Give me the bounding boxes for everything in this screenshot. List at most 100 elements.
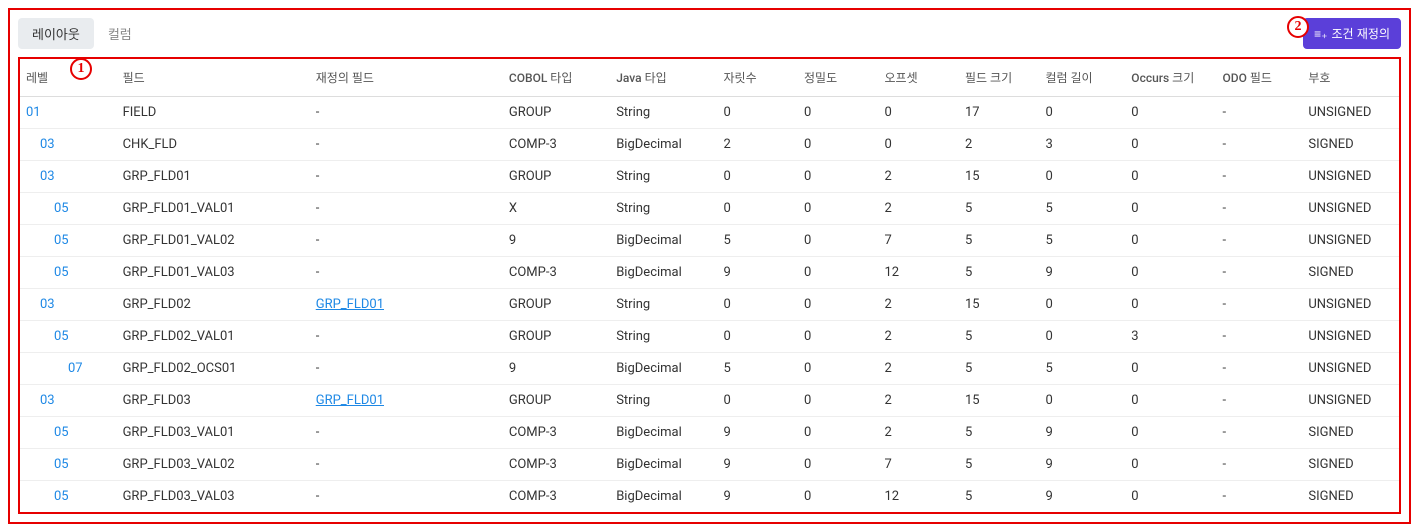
- cell-clen: 0: [1039, 289, 1125, 321]
- table-row[interactable]: 03GRP_FLD02GRP_FLD01GROUPString0021500-U…: [20, 289, 1399, 321]
- cell-odo: -: [1217, 225, 1303, 257]
- cell-redef: -: [310, 225, 503, 257]
- cell-redef[interactable]: GRP_FLD01: [310, 289, 503, 321]
- th-fsize[interactable]: 필드 크기: [959, 59, 1039, 97]
- cell-level[interactable]: 05: [20, 193, 117, 225]
- cell-java: String: [610, 289, 717, 321]
- table-row[interactable]: 01FIELD-GROUPString0001700-UNSIGNED: [20, 97, 1399, 129]
- cell-clen: 5: [1039, 193, 1125, 225]
- cell-field: GRP_FLD01_VAL02: [117, 225, 310, 257]
- cell-level[interactable]: 03: [20, 289, 117, 321]
- cell-field: GRP_FLD03: [117, 385, 310, 417]
- table-row[interactable]: 03GRP_FLD01-GROUPString0021500-UNSIGNED: [20, 161, 1399, 193]
- cell-redef: -: [310, 417, 503, 449]
- th-redef[interactable]: 재정의 필드: [310, 59, 503, 97]
- cell-level[interactable]: 03: [20, 385, 117, 417]
- table-row[interactable]: 05GRP_FLD02_VAL01-GROUPString002503-UNSI…: [20, 321, 1399, 353]
- cell-field: GRP_FLD02_VAL01: [117, 321, 310, 353]
- cell-clen: 0: [1039, 321, 1125, 353]
- cell-java: String: [610, 385, 717, 417]
- cell-offset: 2: [878, 353, 958, 385]
- table-row[interactable]: 05GRP_FLD01_VAL01-XString002550-UNSIGNED: [20, 193, 1399, 225]
- cell-sign: UNSIGNED: [1302, 193, 1399, 225]
- cell-fsize: 5: [959, 193, 1039, 225]
- cell-redef[interactable]: GRP_FLD01: [310, 385, 503, 417]
- cell-sign: UNSIGNED: [1302, 225, 1399, 257]
- cell-precision: 0: [798, 257, 878, 289]
- cell-level[interactable]: 01: [20, 97, 117, 129]
- cell-java: BigDecimal: [610, 353, 717, 385]
- table-row[interactable]: 07GRP_FLD02_OCS01-9BigDecimal502550-UNSI…: [20, 353, 1399, 385]
- cell-fsize: 15: [959, 161, 1039, 193]
- th-clen[interactable]: 컬럼 길이: [1039, 59, 1125, 97]
- cell-level[interactable]: 05: [20, 257, 117, 289]
- annotation-1: 1: [70, 58, 92, 80]
- cell-field: GRP_FLD03_VAL01: [117, 417, 310, 449]
- table-row[interactable]: 05GRP_FLD01_VAL03-COMP-3BigDecimal901259…: [20, 257, 1399, 289]
- cell-java: String: [610, 97, 717, 129]
- cell-fsize: 5: [959, 321, 1039, 353]
- cell-offset: 2: [878, 289, 958, 321]
- cell-precision: 0: [798, 225, 878, 257]
- cell-level[interactable]: 05: [20, 225, 117, 257]
- table-row[interactable]: 03CHK_FLD-COMP-3BigDecimal200230-SIGNED: [20, 129, 1399, 161]
- cell-digits: 5: [718, 353, 798, 385]
- th-java[interactable]: Java 타입: [610, 59, 717, 97]
- cell-digits: 9: [718, 257, 798, 289]
- tab-layout[interactable]: 레이아웃: [18, 18, 94, 49]
- cell-precision: 0: [798, 289, 878, 321]
- th-offset[interactable]: 오프셋: [878, 59, 958, 97]
- th-cobol[interactable]: COBOL 타입: [503, 59, 610, 97]
- cell-precision: 0: [798, 193, 878, 225]
- cell-level[interactable]: 03: [20, 129, 117, 161]
- cell-precision: 0: [798, 481, 878, 513]
- cell-field: GRP_FLD02: [117, 289, 310, 321]
- cell-fsize: 2: [959, 129, 1039, 161]
- cell-digits: 0: [718, 385, 798, 417]
- cell-occurs: 3: [1125, 321, 1216, 353]
- cell-digits: 9: [718, 417, 798, 449]
- tab-column[interactable]: 컬럼: [94, 18, 146, 49]
- th-level[interactable]: 레벨: [20, 59, 117, 97]
- cell-occurs: 0: [1125, 481, 1216, 513]
- cell-occurs: 0: [1125, 225, 1216, 257]
- cell-occurs: 0: [1125, 385, 1216, 417]
- cell-odo: -: [1217, 289, 1303, 321]
- cell-java: BigDecimal: [610, 449, 717, 481]
- table-row[interactable]: 05GRP_FLD03_VAL03-COMP-3BigDecimal901259…: [20, 481, 1399, 513]
- table-row[interactable]: 05GRP_FLD01_VAL02-9BigDecimal507550-UNSI…: [20, 225, 1399, 257]
- cell-odo: -: [1217, 97, 1303, 129]
- cell-precision: 0: [798, 385, 878, 417]
- redefine-condition-button[interactable]: ≡₊ 조건 재정의: [1303, 18, 1401, 49]
- header-bar: 레이아웃 컬럼 ≡₊ 조건 재정의: [18, 14, 1401, 57]
- table-row[interactable]: 05GRP_FLD03_VAL02-COMP-3BigDecimal907590…: [20, 449, 1399, 481]
- cell-offset: 0: [878, 129, 958, 161]
- cell-offset: 2: [878, 417, 958, 449]
- cell-odo: -: [1217, 193, 1303, 225]
- cell-cobol: X: [503, 193, 610, 225]
- cell-precision: 0: [798, 161, 878, 193]
- th-odo[interactable]: ODO 필드: [1217, 59, 1303, 97]
- th-digits[interactable]: 자릿수: [718, 59, 798, 97]
- cell-precision: 0: [798, 321, 878, 353]
- cell-level[interactable]: 05: [20, 417, 117, 449]
- th-sign[interactable]: 부호: [1302, 59, 1399, 97]
- cell-precision: 0: [798, 129, 878, 161]
- table-row[interactable]: 03GRP_FLD03GRP_FLD01GROUPString0021500-U…: [20, 385, 1399, 417]
- cell-level[interactable]: 05: [20, 481, 117, 513]
- th-field[interactable]: 필드: [117, 59, 310, 97]
- cell-occurs: 0: [1125, 417, 1216, 449]
- layout-table: 레벨 필드 재정의 필드 COBOL 타입 Java 타입 자릿수 정밀도 오프…: [20, 59, 1399, 512]
- cell-field: GRP_FLD01_VAL03: [117, 257, 310, 289]
- cell-odo: -: [1217, 321, 1303, 353]
- cell-level[interactable]: 05: [20, 321, 117, 353]
- table-row[interactable]: 05GRP_FLD03_VAL01-COMP-3BigDecimal902590…: [20, 417, 1399, 449]
- cell-field: GRP_FLD01_VAL01: [117, 193, 310, 225]
- cell-level[interactable]: 07: [20, 353, 117, 385]
- cell-level[interactable]: 03: [20, 161, 117, 193]
- cell-java: String: [610, 161, 717, 193]
- th-precision[interactable]: 정밀도: [798, 59, 878, 97]
- cell-level[interactable]: 05: [20, 449, 117, 481]
- th-occurs[interactable]: Occurs 크기: [1125, 59, 1216, 97]
- cell-java: BigDecimal: [610, 257, 717, 289]
